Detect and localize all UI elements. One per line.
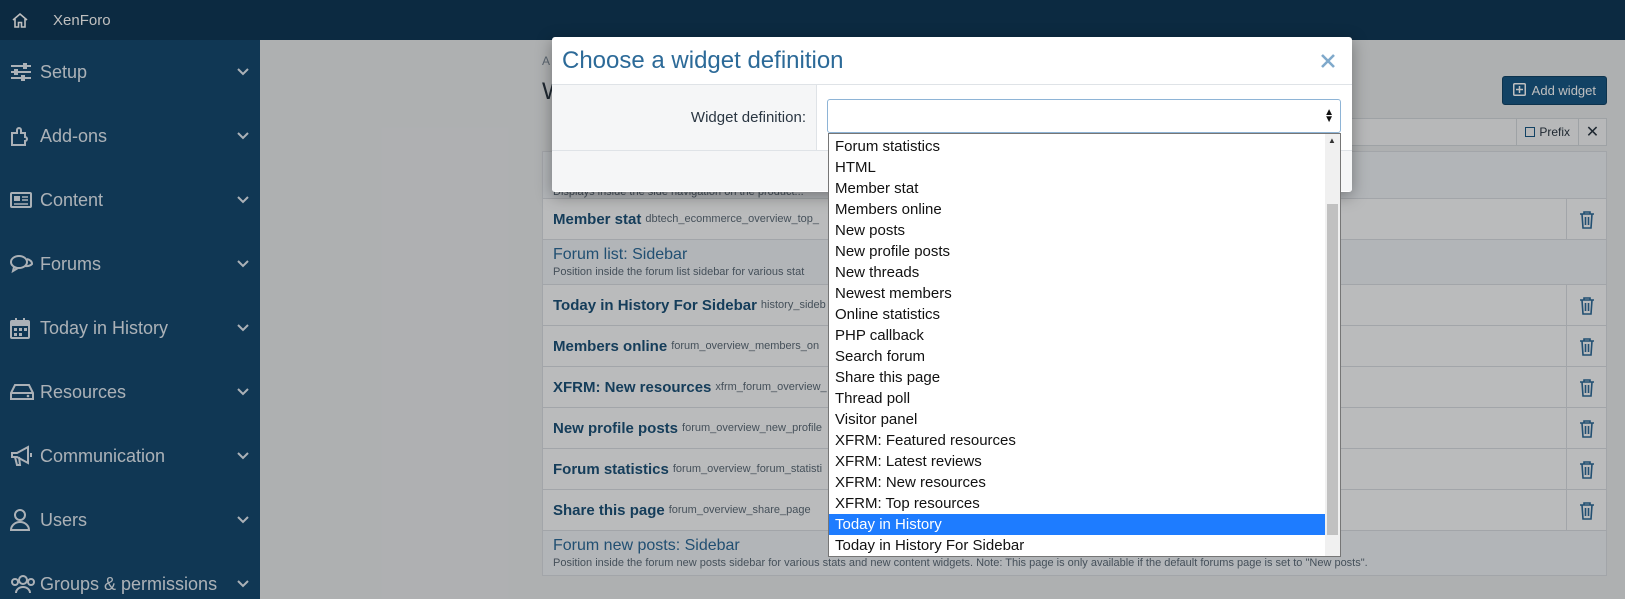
select-arrows-icon: ▲ ▼ bbox=[1324, 107, 1334, 125]
widget-definition-label: Widget definition: bbox=[552, 85, 817, 150]
dialog-header: Choose a widget definition bbox=[552, 37, 1352, 85]
option-item[interactable]: Online statistics bbox=[829, 304, 1325, 325]
option-item[interactable]: Newest members bbox=[829, 283, 1325, 304]
option-item[interactable]: Forum statistics bbox=[829, 136, 1325, 157]
option-item[interactable]: HTML bbox=[829, 157, 1325, 178]
option-item[interactable]: Today in History For Sidebar bbox=[829, 535, 1325, 556]
option-item[interactable]: XFRM: Latest reviews bbox=[829, 451, 1325, 472]
dialog-title: Choose a widget definition bbox=[562, 46, 844, 74]
option-item[interactable]: New posts bbox=[829, 220, 1325, 241]
option-item[interactable]: Visitor panel bbox=[829, 409, 1325, 430]
close-icon[interactable] bbox=[1304, 37, 1352, 85]
scroll-up-icon[interactable]: ▲ bbox=[1328, 136, 1336, 145]
option-item[interactable]: PHP callback bbox=[829, 325, 1325, 346]
option-item[interactable]: Members online bbox=[829, 199, 1325, 220]
option-item-selected[interactable]: Today in History bbox=[829, 514, 1325, 535]
option-item[interactable]: Member stat bbox=[829, 178, 1325, 199]
widget-definition-select[interactable]: ▲ ▼ bbox=[827, 99, 1341, 133]
option-item[interactable]: XFRM: Featured resources bbox=[829, 430, 1325, 451]
option-item[interactable]: Share this page bbox=[829, 367, 1325, 388]
option-item[interactable]: Search forum bbox=[829, 346, 1325, 367]
widget-definition-options: Forum statistics HTML Member stat Member… bbox=[828, 133, 1341, 557]
scrollbar-thumb[interactable] bbox=[1327, 204, 1338, 535]
options-list: Forum statistics HTML Member stat Member… bbox=[829, 136, 1325, 556]
option-item[interactable]: New profile posts bbox=[829, 241, 1325, 262]
option-item[interactable]: XFRM: New resources bbox=[829, 472, 1325, 493]
option-item[interactable]: New threads bbox=[829, 262, 1325, 283]
dropdown-scrollbar[interactable]: ▲ bbox=[1325, 134, 1340, 556]
option-item[interactable]: XFRM: Top resources bbox=[829, 493, 1325, 514]
option-item[interactable]: Thread poll bbox=[829, 388, 1325, 409]
